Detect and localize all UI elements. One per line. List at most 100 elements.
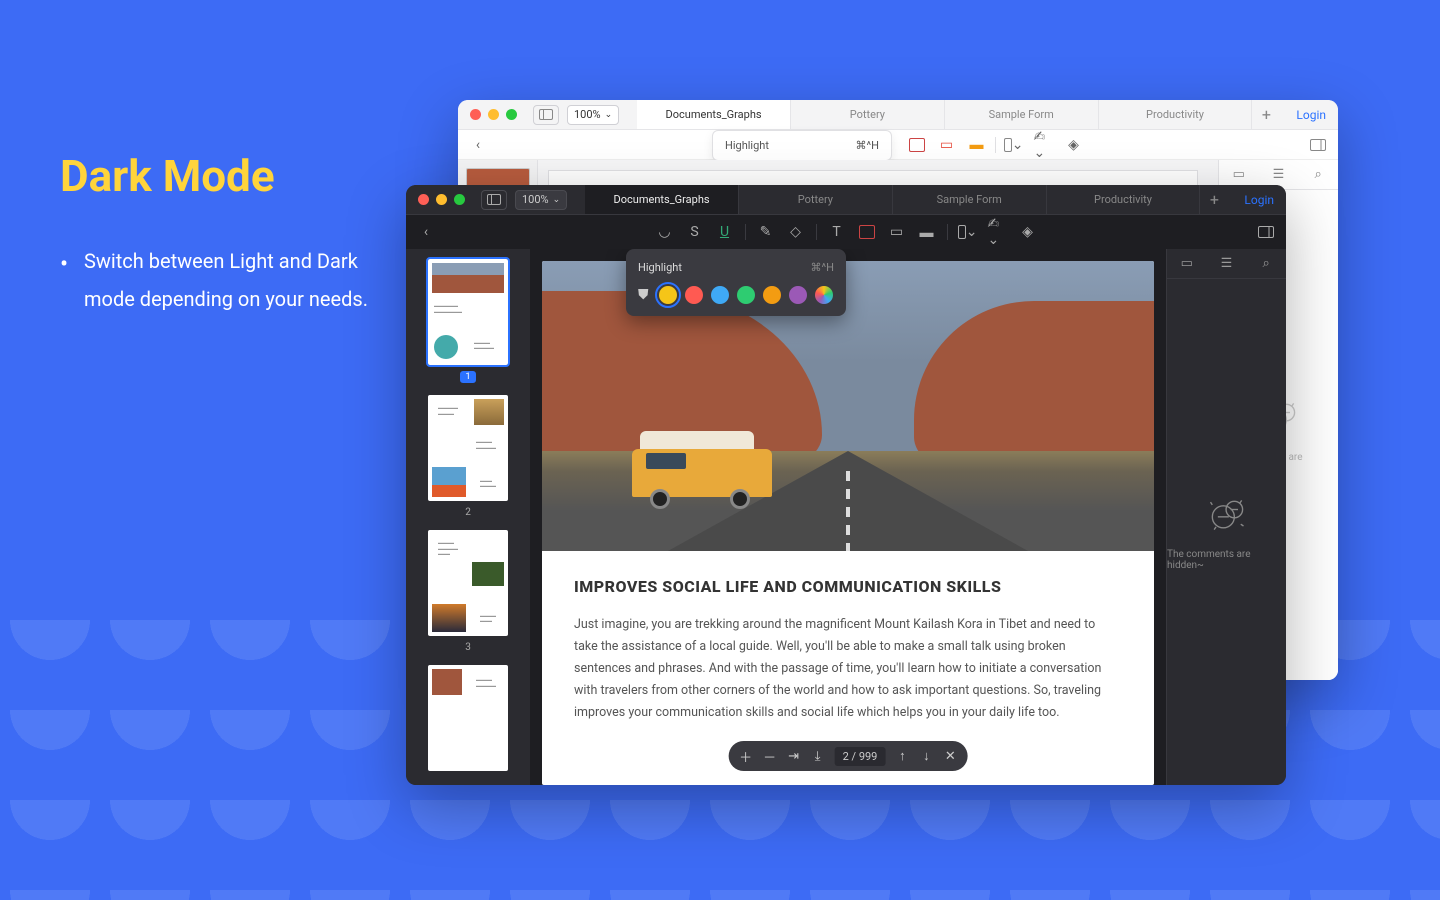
van-illustration xyxy=(632,431,772,509)
marketing-block: Dark Mode Switch between Light and Dark … xyxy=(60,150,380,318)
article-content: IMPROVES SOCIAL LIFE AND COMMUNICATION S… xyxy=(542,551,1154,749)
color-purple[interactable] xyxy=(789,286,807,304)
article-heading: IMPROVES SOCIAL LIFE AND COMMUNICATION S… xyxy=(574,577,1122,596)
shape-tool[interactable]: ⌄ xyxy=(1004,135,1024,155)
close-pager-button[interactable]: ✕ xyxy=(943,749,957,764)
login-link[interactable]: Login xyxy=(1244,193,1274,207)
fit-width-button[interactable]: ⇥ xyxy=(787,749,801,764)
tab-documents-graphs[interactable]: Documents_Graphs xyxy=(585,185,739,214)
panel-toggle[interactable] xyxy=(1308,135,1328,155)
tabs-light: Documents_Graphs Pottery Sample Form Pro… xyxy=(637,100,1280,129)
back-button[interactable]: ‹ xyxy=(416,222,436,242)
color-multicolor[interactable] xyxy=(815,286,833,304)
article-body: Just imagine, you are trekking around th… xyxy=(574,614,1122,723)
new-tab-button[interactable]: + xyxy=(1252,100,1280,129)
document-area-dark: IMPROVES SOCIAL LIFE AND COMMUNICATION S… xyxy=(530,249,1166,785)
titlebar-dark: 100% Documents_Graphs Pottery Sample For… xyxy=(406,185,1286,215)
sidebar-toggle[interactable] xyxy=(481,190,507,210)
textbox-tool[interactable] xyxy=(907,135,927,155)
tab-pottery[interactable]: Pottery xyxy=(739,185,893,214)
paint-bucket-icon[interactable]: ⛊ xyxy=(638,287,649,303)
list-tab[interactable]: ☰ xyxy=(1217,255,1235,273)
maximize-button[interactable] xyxy=(454,194,465,205)
textbox-tool[interactable] xyxy=(857,222,877,242)
page-control: ＋ － ⇥ ⤓ 2 / 999 ↑ ↓ ✕ xyxy=(729,741,968,771)
thumbnail-3[interactable]: ▬▬▬▬▬▬▬▬▬▬▬▬ ▬▬▬▬▬▬▬ xyxy=(428,530,508,636)
list-tab[interactable]: ☰ xyxy=(1269,166,1287,184)
zoom-in-button[interactable]: ＋ xyxy=(739,747,753,766)
popover-title: Highlight xyxy=(725,139,769,152)
popover-title: Highlight xyxy=(638,261,682,274)
note-tool[interactable]: ▬ xyxy=(917,222,937,242)
prev-page-button[interactable]: ↑ xyxy=(895,748,909,764)
thumb-num-2: 2 xyxy=(416,507,520,518)
thumbnail-4[interactable]: ▬▬▬▬▬▬▬▬▬ xyxy=(428,665,508,771)
zoom-select[interactable]: 100% xyxy=(515,190,567,210)
highlight-popover-light: Highlight ⌘^H xyxy=(712,130,892,161)
search-tab[interactable]: ⌕ xyxy=(1309,166,1327,184)
color-orange[interactable] xyxy=(763,286,781,304)
toolbar-dark: ‹ ◡ S U ✎ ◇ T ▭ ▬ ⌄ ✍︎⌄ ◈ xyxy=(406,215,1286,249)
comments-empty-icon xyxy=(1205,493,1249,537)
signature-tool[interactable]: ✍︎⌄ xyxy=(988,222,1008,242)
sidebar-toggle[interactable] xyxy=(533,105,559,125)
page-indicator[interactable]: 2 / 999 xyxy=(835,747,886,766)
fit-page-button[interactable]: ⤓ xyxy=(811,749,825,764)
tab-productivity[interactable]: Productivity xyxy=(1047,185,1201,214)
thumb-num-3: 3 xyxy=(416,642,520,653)
tab-productivity[interactable]: Productivity xyxy=(1099,100,1253,129)
attachment-tool[interactable]: ◈ xyxy=(1064,135,1084,155)
tab-pottery[interactable]: Pottery xyxy=(791,100,945,129)
comments-hidden-text: The comments are hidden~ xyxy=(1167,549,1286,571)
eraser-tool[interactable]: ◇ xyxy=(786,222,806,242)
marketing-bullet: Switch between Light and Dark mode depen… xyxy=(60,242,380,318)
text-tool[interactable]: T xyxy=(827,222,847,242)
color-green[interactable] xyxy=(737,286,755,304)
thumbnails-dark: ▬▬▬▬▬▬▬▬▬▬▬▬▬ ▬▬▬▬▬▬▬▬▬ 1 ▬▬▬▬▬▬▬▬▬ ▬▬▬▬… xyxy=(406,249,530,785)
zoom-select[interactable]: 100% xyxy=(567,105,619,125)
toolbar-light: ‹ ◡ S U ✎ ◇ T ▭ ▬ ⌄ ✍︎⌄ ◈ xyxy=(458,130,1338,160)
tabs-dark: Documents_Graphs Pottery Sample Form Pro… xyxy=(585,185,1228,214)
tab-sample-form[interactable]: Sample Form xyxy=(945,100,1099,129)
color-blue[interactable] xyxy=(711,286,729,304)
popover-shortcut: ⌘^H xyxy=(856,139,879,152)
tab-sample-form[interactable]: Sample Form xyxy=(893,185,1047,214)
strikethrough-tool[interactable]: S xyxy=(685,222,705,242)
document-page: IMPROVES SOCIAL LIFE AND COMMUNICATION S… xyxy=(542,261,1154,785)
color-red[interactable] xyxy=(685,286,703,304)
color-yellow[interactable] xyxy=(659,286,677,304)
pen-tool[interactable]: ✎ xyxy=(756,222,776,242)
search-tab[interactable]: ⌕ xyxy=(1257,255,1275,273)
comments-tab[interactable]: ▭ xyxy=(1178,255,1196,273)
thumb-num-1: 1 xyxy=(416,371,520,383)
app-window-dark: 100% Documents_Graphs Pottery Sample For… xyxy=(406,185,1286,785)
stamp-tool[interactable]: ▭ xyxy=(887,222,907,242)
panel-toggle[interactable] xyxy=(1256,222,1276,242)
tab-documents-graphs[interactable]: Documents_Graphs xyxy=(637,100,791,129)
highlight-popover-dark: Highlight ⌘^H ⛊ xyxy=(626,249,846,316)
close-button[interactable] xyxy=(418,194,429,205)
minimize-button[interactable] xyxy=(488,109,499,120)
shape-tool[interactable]: ⌄ xyxy=(958,222,978,242)
underline-tool[interactable]: U xyxy=(715,222,735,242)
marketing-title: Dark Mode xyxy=(60,150,380,202)
maximize-button[interactable] xyxy=(506,109,517,120)
attachment-tool[interactable]: ◈ xyxy=(1018,222,1038,242)
stamp-tool[interactable]: ▭ xyxy=(937,135,957,155)
zoom-out-button[interactable]: － xyxy=(763,747,777,766)
traffic-lights xyxy=(470,109,517,120)
thumbnail-1[interactable]: ▬▬▬▬▬▬▬▬▬▬▬▬▬ ▬▬▬▬▬▬▬▬▬ xyxy=(428,259,508,365)
titlebar-light: 100% Documents_Graphs Pottery Sample For… xyxy=(458,100,1338,130)
traffic-lights xyxy=(418,194,465,205)
signature-tool[interactable]: ✍︎⌄ xyxy=(1034,135,1054,155)
close-button[interactable] xyxy=(470,109,481,120)
thumbnail-2[interactable]: ▬▬▬▬▬▬▬▬▬ ▬▬▬▬▬▬▬▬▬ ▬▬▬▬▬▬▬ xyxy=(428,395,508,501)
note-tool[interactable]: ▬ xyxy=(967,135,987,155)
next-page-button[interactable]: ↓ xyxy=(919,748,933,764)
minimize-button[interactable] xyxy=(436,194,447,205)
back-button[interactable]: ‹ xyxy=(468,135,488,155)
login-link[interactable]: Login xyxy=(1296,108,1326,122)
new-tab-button[interactable]: + xyxy=(1200,185,1228,214)
comments-tab[interactable]: ▭ xyxy=(1230,166,1248,184)
highlight-tool[interactable]: ◡ xyxy=(655,222,675,242)
